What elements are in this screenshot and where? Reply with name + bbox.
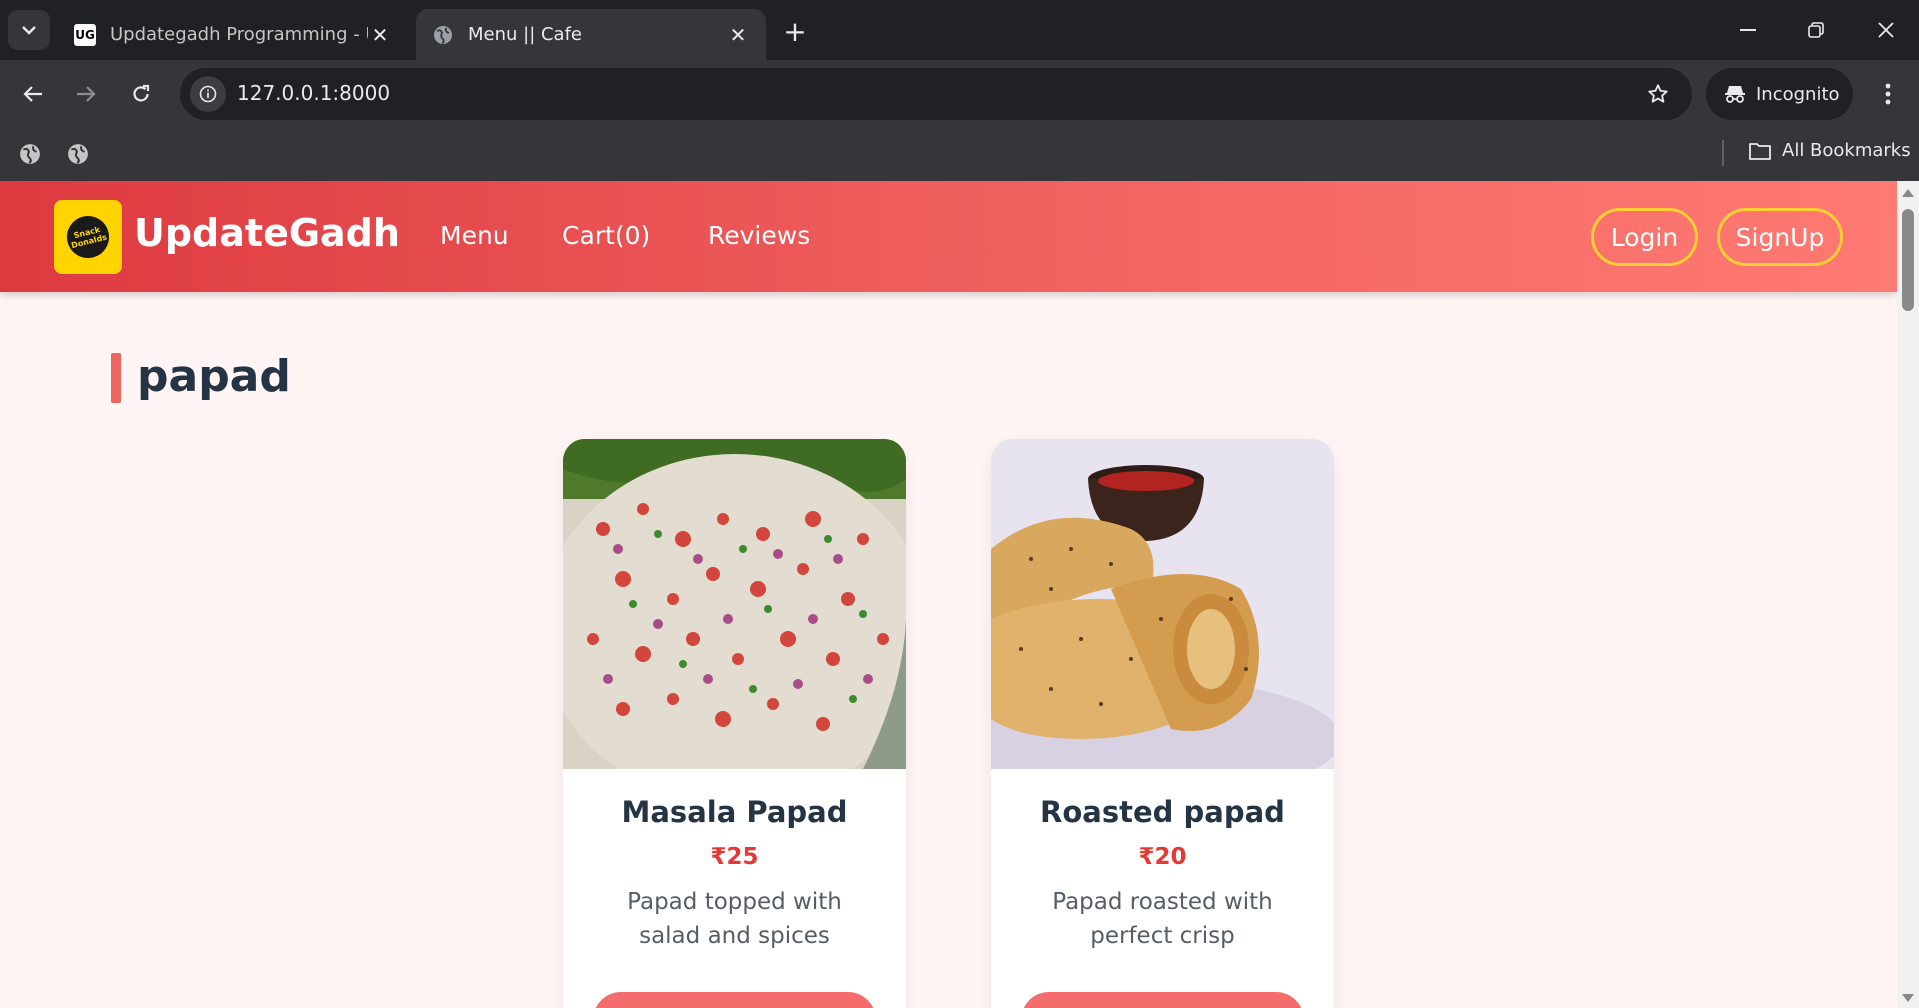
window-close-icon[interactable] — [1866, 12, 1906, 48]
close-icon[interactable]: ✕ — [368, 23, 392, 47]
snack-donalds-logo-icon: Snack Donalds — [60, 209, 116, 265]
item-name: Masala Papad — [621, 795, 848, 829]
back-arrow-icon[interactable] — [13, 74, 53, 114]
masala-papad-image — [563, 439, 906, 769]
tab-title: Menu || Cafe — [468, 24, 583, 45]
browser-toolbar: 127.0.0.1:8000 Incognito — [0, 60, 1919, 128]
item-price: ₹25 — [710, 844, 759, 870]
globe-icon[interactable] — [16, 140, 44, 168]
page-viewport: Snack Donalds UpdateGadh Menu Cart(0) Re… — [0, 181, 1919, 1008]
item-description: Papad roasted with perfect crisp — [1052, 889, 1273, 949]
add-to-cart-button[interactable] — [593, 992, 876, 1008]
section-title: papad — [137, 351, 291, 402]
tab-menu-cafe[interactable]: Menu || Cafe ✕ — [416, 9, 766, 60]
tab-updategadh[interactable]: UG Updategadh Programming - Up ✕ — [58, 9, 408, 60]
chevron-down-icon — [22, 26, 36, 35]
item-price: ₹20 — [1138, 844, 1187, 870]
brand-logo[interactable]: Snack Donalds — [54, 200, 122, 274]
globe-icon — [432, 24, 454, 46]
menu-item-card: Roasted papad ₹20 Papad roasted with per… — [991, 439, 1334, 1008]
signup-button[interactable]: SignUp — [1717, 208, 1843, 266]
restore-icon[interactable] — [1796, 12, 1836, 48]
new-tab-plus-icon[interactable]: + — [780, 15, 810, 48]
bookmark-star-icon[interactable] — [1642, 78, 1674, 110]
bookmarks-divider — [1722, 140, 1724, 166]
roasted-papad-image — [991, 439, 1334, 769]
login-label: Login — [1610, 222, 1679, 252]
brand-name[interactable]: UpdateGadh — [134, 211, 400, 255]
site-navbar: Snack Donalds UpdateGadh Menu Cart(0) Re… — [0, 181, 1897, 292]
tab-title: Updategadh Programming - Up — [110, 24, 368, 45]
bookmarks-bar: All Bookmarks — [0, 128, 1919, 181]
signup-label: SignUp — [1735, 222, 1825, 252]
tab-search-button[interactable] — [8, 10, 50, 50]
folder-icon — [1749, 142, 1771, 160]
scrollbar-thumb[interactable] — [1902, 209, 1914, 311]
item-name: Roasted papad — [1040, 795, 1285, 829]
forward-arrow-icon[interactable] — [66, 74, 106, 114]
incognito-indicator[interactable]: Incognito — [1706, 68, 1853, 120]
minimize-icon[interactable] — [1728, 12, 1768, 48]
nav-link-reviews[interactable]: Reviews — [708, 221, 810, 250]
page-scrollbar[interactable] — [1897, 181, 1919, 1008]
updategadh-favicon-icon: UG — [74, 23, 96, 46]
add-to-cart-button[interactable] — [1021, 992, 1304, 1008]
site-info-icon[interactable] — [190, 76, 226, 112]
all-bookmarks-label: All Bookmarks — [1782, 140, 1911, 161]
item-description: Papad topped with salad and spices — [627, 889, 842, 949]
menu-item-card: Masala Papad ₹25 Papad topped with salad… — [563, 439, 906, 1008]
url-text[interactable]: 127.0.0.1:8000 — [237, 81, 390, 105]
globe-icon[interactable] — [64, 140, 92, 168]
nav-link-menu[interactable]: Menu — [440, 221, 509, 250]
all-bookmarks-button[interactable]: All Bookmarks — [1748, 140, 1911, 161]
nav-link-cart[interactable]: Cart(0) — [562, 221, 650, 250]
incognito-label: Incognito — [1756, 83, 1840, 105]
scroll-down-icon[interactable] — [1902, 994, 1914, 1002]
incognito-icon — [1725, 86, 1745, 103]
close-icon[interactable]: ✕ — [726, 23, 750, 47]
more-menu-icon[interactable] — [1868, 74, 1908, 114]
address-bar[interactable]: 127.0.0.1:8000 — [180, 68, 1692, 120]
tab-strip: UG Updategadh Programming - Up ✕ Menu ||… — [0, 0, 1919, 60]
section-accent-bar — [111, 353, 121, 403]
reload-icon[interactable] — [121, 74, 161, 114]
scroll-up-icon[interactable] — [1902, 189, 1914, 197]
login-button[interactable]: Login — [1591, 208, 1698, 266]
